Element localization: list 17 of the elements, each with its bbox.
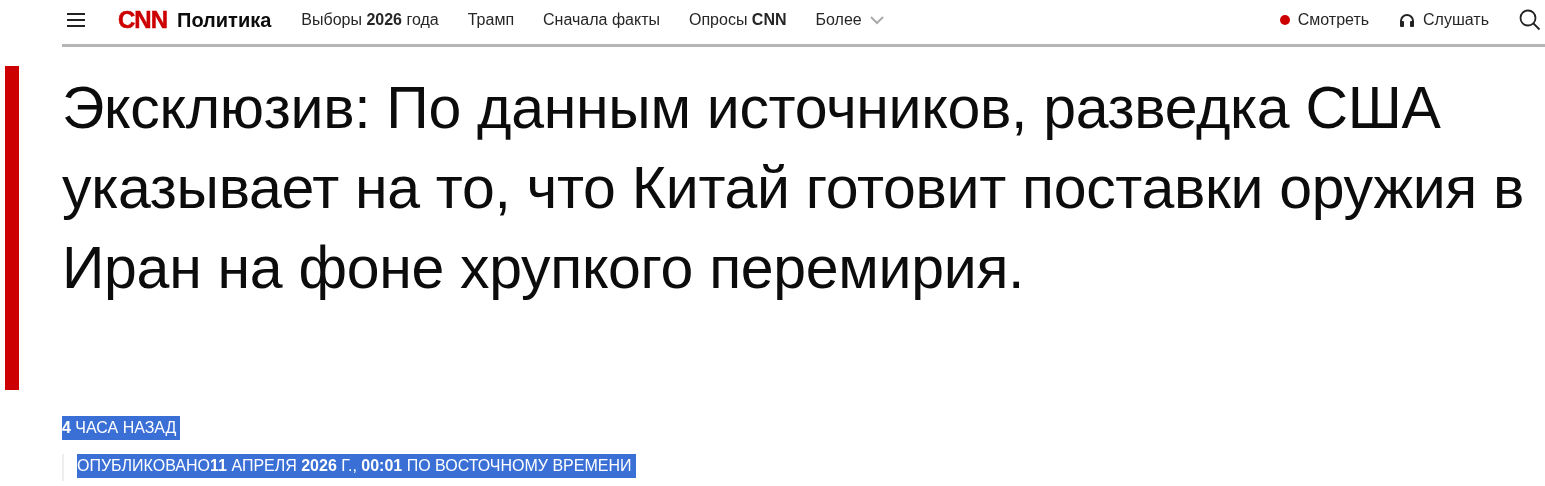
headphones-icon bbox=[1399, 13, 1416, 27]
logo[interactable]: CNN bbox=[118, 6, 167, 34]
published-date: ОПУБЛИКОВАНО11 АПРЕЛЯ 2026 Г., 00:01 ПО ВОСТОЧНОМУ ВРЕМЕНИ bbox=[77, 454, 636, 478]
watch-link[interactable]: Смотреть bbox=[1279, 11, 1370, 29]
nav-link[interactable]: Опросы CNN bbox=[689, 11, 787, 29]
nav-link[interactable]: Выборы 2026 года bbox=[301, 11, 439, 29]
headline: Эксклюзив: По данным источников, разведка США указывает на то, что Китай готовит поставки оружия в Иран на фоне хрупкого перемирия. bbox=[62, 74, 1526, 303]
nav-link[interactable]: Трамп bbox=[467, 11, 515, 29]
timestamp: 4 ЧАСА НАЗАД bbox=[62, 416, 181, 440]
section-title[interactable]: Политика bbox=[177, 8, 272, 32]
nav-link[interactable]: Сначала факты bbox=[543, 11, 660, 29]
nav-link[interactable]: Более bbox=[815, 11, 884, 29]
search-icon[interactable] bbox=[1519, 9, 1541, 31]
listen-link[interactable]: Слушать bbox=[1399, 11, 1489, 29]
chevron-down-icon bbox=[869, 15, 884, 25]
live-dot-icon bbox=[1279, 15, 1290, 25]
menu-icon[interactable] bbox=[66, 12, 86, 28]
